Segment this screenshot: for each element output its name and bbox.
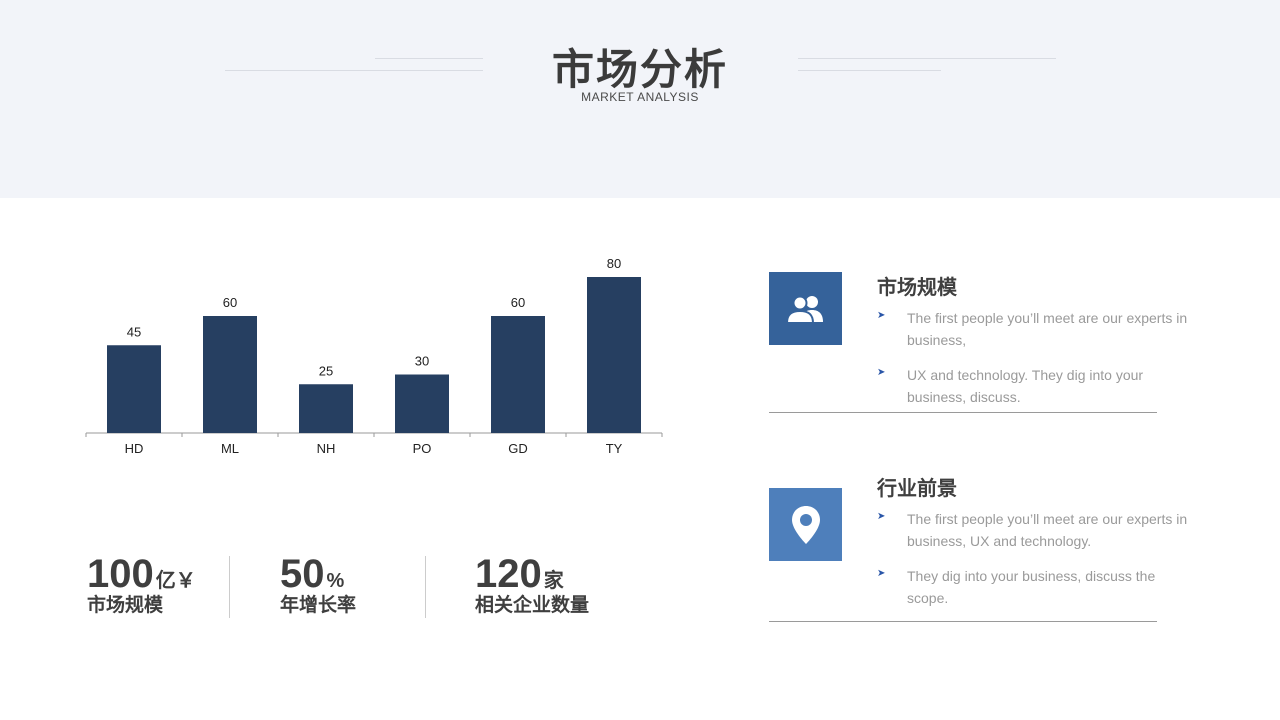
category-label-ml: ML	[221, 441, 239, 456]
card-bullet: ➤ They dig into your business, discuss t…	[877, 565, 1197, 609]
stat-value: 120	[475, 552, 542, 596]
arrow-bullet-icon: ➤	[877, 310, 886, 321]
stat-label: 相关企业数量	[475, 595, 590, 616]
stat-growth-rate: 50% 年增长率	[280, 550, 356, 618]
location-pin-icon	[791, 505, 820, 544]
category-label-hd: HD	[125, 441, 144, 456]
bar-chart-svg: 45 HD 60 ML 25 NH 30 PO 60 GD 80 TY	[85, 256, 663, 456]
data-label-gd: 60	[511, 295, 525, 310]
stat-divider	[229, 556, 230, 618]
card-bullet: ➤ UX and technology. They dig into your …	[877, 364, 1197, 408]
stat-label: 年增长率	[280, 595, 357, 616]
bar-nh	[299, 384, 353, 433]
bullet-text: The first people you’ll meet are our exp…	[907, 310, 1188, 348]
stat-unit: 家	[543, 570, 564, 592]
card-bullet: ➤ The first people you’ll meet are our e…	[877, 307, 1197, 351]
data-label-nh: 25	[319, 363, 333, 378]
stat-divider	[425, 556, 426, 618]
stat-value: 100	[87, 552, 154, 596]
stat-company-count: 120 家 相关企业数量	[475, 550, 589, 618]
header-band: 市场分析 MARKET ANALYSIS	[0, 0, 1280, 198]
arrow-bullet-icon: ➤	[877, 367, 886, 378]
bar-ml	[203, 316, 257, 433]
bar-chart: 45 HD 60 ML 25 NH 30 PO 60 GD 80 TY	[80, 240, 680, 480]
bullet-text: They dig into your business, discuss the…	[907, 568, 1156, 606]
bullet-text: UX and technology. They dig into your bu…	[907, 367, 1144, 405]
card-bullet: ➤ The first people you’ll meet are our e…	[877, 508, 1197, 552]
bullet-text: The first people you’ll meet are our exp…	[907, 511, 1188, 549]
stat-market-size: 100 亿￥ 市场规模	[87, 550, 196, 618]
arrow-bullet-icon: ➤	[877, 568, 886, 579]
data-label-po: 30	[415, 354, 429, 369]
users-icon	[785, 295, 823, 324]
stat-unit: %	[326, 570, 345, 592]
category-label-gd: GD	[508, 441, 528, 456]
bar-gd	[491, 316, 545, 433]
category-label-po: PO	[413, 441, 432, 456]
bar-hd	[107, 345, 161, 433]
stat-unit: 亿￥	[155, 570, 196, 592]
stat-value: 50	[280, 552, 325, 596]
card-divider	[769, 412, 1157, 413]
bar-po	[395, 374, 449, 433]
card-title-outlook: 行业前景	[877, 478, 957, 500]
card-title-market: 市场规模	[877, 277, 957, 299]
category-label-ty: TY	[606, 441, 623, 456]
page-title: 市场分析	[551, 46, 728, 93]
page-subtitle: MARKET ANALYSIS	[581, 90, 699, 104]
data-label-ty: 80	[607, 256, 621, 271]
bar-ty	[587, 277, 641, 433]
arrow-bullet-icon: ➤	[877, 511, 886, 522]
card-icon-box-outlook	[769, 488, 842, 561]
data-label-hd: 45	[127, 324, 141, 339]
category-label-nh: NH	[317, 441, 336, 456]
data-label-ml: 60	[223, 295, 237, 310]
card-icon-box-market	[769, 272, 842, 345]
card-divider	[769, 621, 1157, 622]
